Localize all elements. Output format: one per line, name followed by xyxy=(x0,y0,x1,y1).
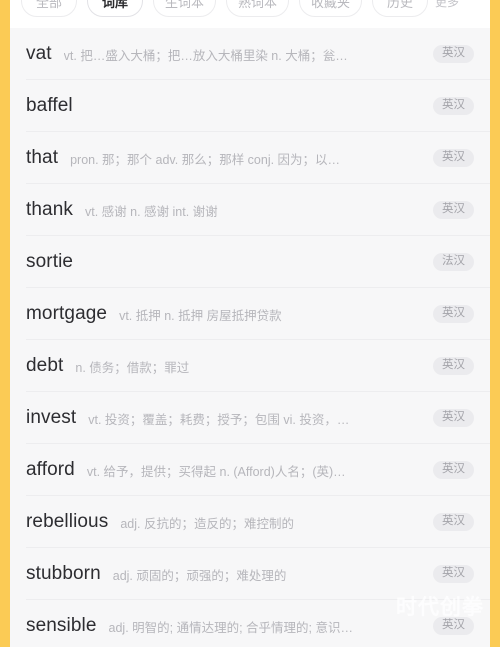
word-definition: n. 债务；借款；罪过 xyxy=(75,360,190,375)
table-row[interactable]: vat vt. 把…盛入大桶；把…放入大桶里染 n. 大桶；瓮… 英汉 xyxy=(10,28,490,80)
word-term: baffel xyxy=(26,95,73,116)
word-term: afford xyxy=(26,459,75,480)
word-definition: adj. 顽固的；顽强的；难处理的 xyxy=(112,568,287,583)
table-row[interactable]: sortie 法汉 xyxy=(10,236,490,288)
word-term: vat xyxy=(26,43,52,64)
word-definition: vt. 投资；覆盖；耗费；授予；包围 vi. 投资，… xyxy=(88,412,350,427)
word-term: stubborn xyxy=(26,563,101,584)
dictionary-badge: 英汉 xyxy=(433,304,474,324)
app-screen: 全部 词库 生词本 熟词本 收藏夹 历史 更多 vat vt. 把…盛入大桶；把… xyxy=(10,0,490,647)
dictionary-badge: 法汉 xyxy=(433,252,474,272)
dictionary-badge: 英汉 xyxy=(433,460,474,480)
word-list[interactable]: vat vt. 把…盛入大桶；把…放入大桶里染 n. 大桶；瓮… 英汉 baff… xyxy=(10,28,490,647)
tab-knownwords[interactable]: 熟词本 xyxy=(226,0,290,17)
word-term: debt xyxy=(26,355,64,376)
table-row[interactable]: stubborn adj. 顽固的；顽强的；难处理的 英汉 xyxy=(10,548,490,600)
tab-newwords[interactable]: 生词本 xyxy=(153,0,217,17)
tab-wordbank[interactable]: 词库 xyxy=(87,0,143,17)
table-row[interactable]: invest vt. 投资；覆盖；耗费；授予；包围 vi. 投资，… 英汉 xyxy=(10,392,490,444)
word-term: thank xyxy=(26,199,73,220)
tab-overflow-label[interactable]: 更多 xyxy=(435,0,459,10)
dictionary-badge: 英汉 xyxy=(433,512,474,532)
table-row[interactable]: thank vt. 感谢 n. 感谢 int. 谢谢 英汉 xyxy=(10,184,490,236)
tab-bar: 全部 词库 生词本 熟词本 收藏夹 历史 更多 xyxy=(10,0,490,28)
word-term: sortie xyxy=(26,251,74,272)
table-row[interactable]: sensible adj. 明智的; 通情达理的; 合乎情理的; 意识… 英汉 xyxy=(10,600,490,647)
dictionary-badge: 英汉 xyxy=(433,200,474,220)
table-row[interactable]: debt n. 债务；借款；罪过 英汉 xyxy=(10,340,490,392)
word-term: rebellious xyxy=(26,511,109,532)
word-term: invest xyxy=(26,407,77,428)
table-row[interactable]: baffel 英汉 xyxy=(10,80,490,132)
word-definition: pron. 那；那个 adv. 那么；那样 conj. 因为；以… xyxy=(70,152,341,167)
word-term: sensible xyxy=(26,615,97,636)
word-definition: vt. 给予，提供；买得起 n. (Afford)人名；(英)… xyxy=(86,464,346,479)
table-row[interactable]: rebellious adj. 反抗的；造反的；难控制的 英汉 xyxy=(10,496,490,548)
word-definition: adj. 反抗的；造反的；难控制的 xyxy=(120,516,294,531)
dictionary-badge: 英汉 xyxy=(433,44,474,64)
word-definition: vt. 感谢 n. 感谢 int. 谢谢 xyxy=(84,204,218,219)
dictionary-badge: 英汉 xyxy=(433,564,474,584)
table-row[interactable]: that pron. 那；那个 adv. 那么；那样 conj. 因为；以… 英… xyxy=(10,132,490,184)
word-term: that xyxy=(26,147,59,168)
table-row[interactable]: mortgage vt. 抵押 n. 抵押 房屋抵押贷款 英汉 xyxy=(10,288,490,340)
app-frame: 全部 词库 生词本 熟词本 收藏夹 历史 更多 vat vt. 把…盛入大桶；把… xyxy=(0,0,500,647)
word-definition: vt. 把…盛入大桶；把…放入大桶里染 n. 大桶；瓮… xyxy=(63,48,348,63)
table-row[interactable]: afford vt. 给予，提供；买得起 n. (Afford)人名；(英)… … xyxy=(10,444,490,496)
tab-favorites[interactable]: 收藏夹 xyxy=(299,0,363,17)
dictionary-badge: 英汉 xyxy=(433,356,474,376)
dictionary-badge: 英汉 xyxy=(433,148,474,168)
word-term: mortgage xyxy=(26,303,108,324)
tab-history[interactable]: 历史 xyxy=(372,0,429,17)
word-definition: adj. 明智的; 通情达理的; 合乎情理的; 意识… xyxy=(108,620,353,635)
word-definition: vt. 抵押 n. 抵押 房屋抵押贷款 xyxy=(119,308,282,323)
dictionary-badge: 英汉 xyxy=(433,96,474,116)
tab-all[interactable]: 全部 xyxy=(21,0,77,17)
dictionary-badge: 英汉 xyxy=(433,408,474,428)
dictionary-badge: 英汉 xyxy=(433,616,474,636)
